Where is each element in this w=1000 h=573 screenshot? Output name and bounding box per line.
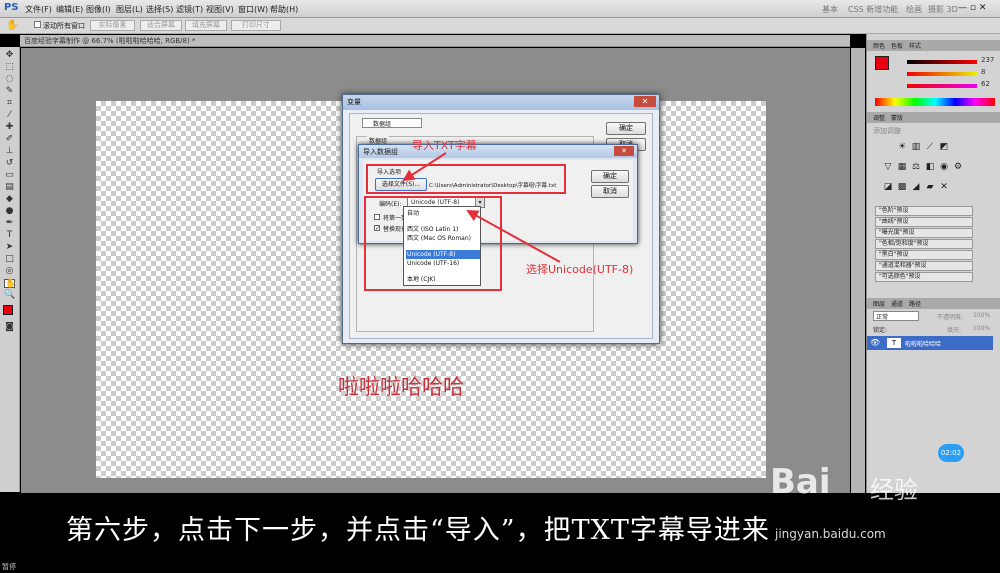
baidu-watermark: Bai: [770, 462, 831, 502]
annotation-arrows: [402, 152, 561, 263]
video-subtitle: 第六步，点击下一步，并点击“导入”，把TXT字幕导进来: [66, 515, 770, 546]
arrow-to-encoding: [466, 210, 561, 263]
jingyan-watermark: 经验: [870, 476, 918, 504]
playback-status: 暂停: [2, 563, 16, 571]
arrow-to-choose-file: [402, 152, 447, 182]
watermark-url: jingyan.baidu.com: [775, 527, 886, 541]
video-time-badge: 02:02: [938, 444, 964, 462]
